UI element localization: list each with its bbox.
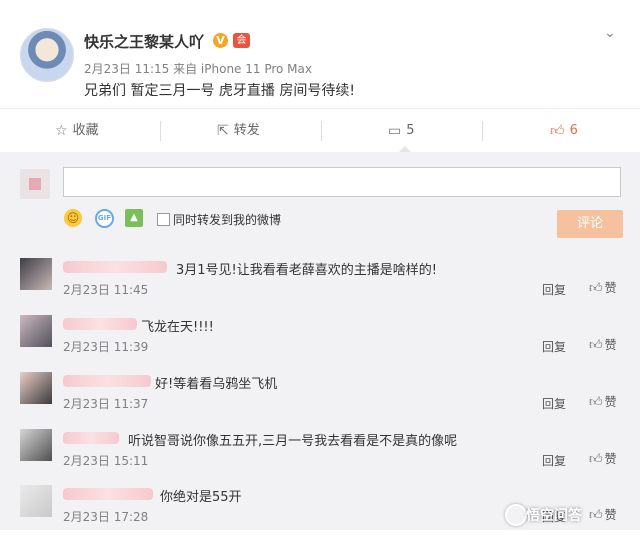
comment-item: 3月1号见!让我看看老薛喜欢的主播是啥样的! 2月23日 11:45 回复 👍︎… [0, 252, 640, 309]
commenter-avatar[interactable] [20, 429, 52, 461]
comment-text: 听说智哥说你像五五开,三月一号我去看看是不是真的像呢 [128, 434, 458, 449]
comment-time: 2月23日 15:11 [63, 454, 149, 468]
favorite-label: 收藏 [72, 123, 99, 138]
like-label: 赞 [604, 508, 617, 522]
comment-input[interactable] [63, 167, 621, 197]
like-label: 赞 [604, 281, 617, 295]
thumbs-up-icon: 👍︎ [589, 452, 603, 467]
emoji-icon[interactable]: ☺ [64, 209, 82, 227]
member-badge-icon: 会 [233, 33, 250, 48]
watermark-text: 悟空问答 [526, 508, 582, 524]
watermark-icon [505, 504, 527, 526]
post-meta: 2月23日 11:15 来自 iPhone 11 Pro Max [84, 62, 312, 76]
comment-text: 你绝对是55开 [160, 490, 242, 505]
commenter-avatar[interactable] [20, 315, 52, 347]
thumbs-up-icon: 👍︎ [589, 338, 603, 353]
star-icon: ☆ [55, 123, 68, 139]
reply-button[interactable]: 回复 [542, 395, 566, 412]
weibo-post: 快乐之王黎某人吖 V 会 ⌄ 2月23日 11:15 来自 iPhone 11 … [0, 0, 640, 108]
like-count: 6 [569, 123, 578, 138]
forward-checkbox[interactable] [157, 213, 170, 226]
comment-time: 2月23日 11:39 [63, 340, 149, 354]
repost-label: 转发 [233, 123, 260, 138]
post-action-bar: ☆ 收藏 ⇱ 转发 ▭ 5 👍︎ 6 [0, 108, 640, 154]
author-username[interactable]: 快乐之王黎某人吖 [84, 31, 204, 52]
submit-comment-button[interactable]: 评论 [557, 210, 623, 238]
commenter-name-blurred[interactable] [63, 488, 153, 500]
comment-time: 2月23日 17:28 [63, 510, 149, 524]
commenter-name-blurred[interactable] [63, 261, 167, 273]
commenter-avatar[interactable] [20, 258, 52, 290]
reply-button[interactable]: 回复 [542, 338, 566, 355]
divider [482, 121, 483, 141]
like-comment-button[interactable]: 👍︎ 赞 [589, 450, 617, 467]
comment-item: 听说智哥说你像五五开,三月一号我去看看是不是真的像呢 2月23日 15:11 回… [0, 423, 640, 480]
favorite-button[interactable]: ☆ 收藏 [55, 109, 99, 153]
thumbs-up-icon: 👍︎ [589, 395, 603, 410]
comment-item: 好!等着看乌鸦坐飞机 2月23日 11:37 回复 👍︎ 赞 [0, 366, 640, 423]
commenter-name-blurred[interactable] [63, 432, 119, 444]
comment-text: 飞龙在天!!!! [141, 320, 214, 335]
commenter-avatar[interactable] [20, 372, 52, 404]
like-label: 赞 [604, 338, 617, 352]
repost-icon: ⇱ [217, 123, 229, 139]
comment-time: 2月23日 11:37 [63, 397, 149, 411]
like-comment-button[interactable]: 👍︎ 赞 [589, 393, 617, 410]
like-button[interactable]: 👍︎ 6 [550, 109, 578, 153]
image-icon[interactable]: ▲ [125, 209, 143, 227]
commenter-name-blurred[interactable] [63, 318, 137, 330]
gif-icon[interactable]: GIF [95, 209, 114, 228]
author-avatar[interactable] [20, 28, 74, 82]
divider [321, 121, 322, 141]
comment-time: 2月23日 11:45 [63, 283, 149, 297]
commenter-avatar[interactable] [20, 485, 52, 517]
thumbs-up-icon: 👍︎ [589, 508, 603, 523]
thumbs-up-icon: 👍︎ [589, 281, 603, 296]
reply-button[interactable]: 回复 [542, 452, 566, 469]
my-avatar [20, 169, 50, 199]
like-label: 赞 [604, 395, 617, 409]
verified-badge-icon: V [213, 33, 228, 48]
post-content: 兄弟们 暂定三月一号 虎牙直播 房间号待续! [84, 83, 355, 99]
like-comment-button[interactable]: 👍︎ 赞 [589, 279, 617, 296]
chevron-down-icon[interactable]: ⌄ [604, 25, 616, 41]
commenter-name-blurred[interactable] [63, 375, 151, 387]
comment-text: 好!等着看乌鸦坐飞机 [155, 377, 278, 392]
like-comment-button[interactable]: 👍︎ 赞 [589, 506, 617, 523]
reply-button[interactable]: 回复 [542, 281, 566, 298]
thumbs-up-icon: 👍︎ [550, 123, 565, 139]
like-comment-button[interactable]: 👍︎ 赞 [589, 336, 617, 353]
like-label: 赞 [604, 452, 617, 466]
comment-text: 3月1号见!让我看看老薛喜欢的主播是啥样的! [176, 263, 437, 278]
divider [160, 121, 161, 141]
comment-item: 飞龙在天!!!! 2月23日 11:39 回复 👍︎ 赞 [0, 309, 640, 366]
repost-button[interactable]: ⇱ 转发 [217, 109, 260, 153]
forward-label: 同时转发到我的微博 [173, 213, 282, 227]
